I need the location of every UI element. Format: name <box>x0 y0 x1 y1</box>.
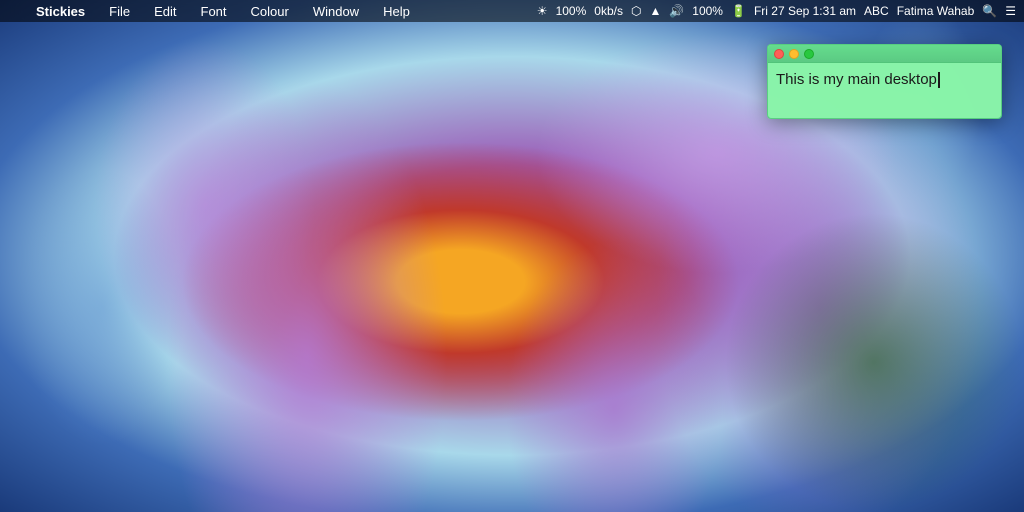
menu-font[interactable]: Font <box>197 2 231 21</box>
menubar: Stickies File Edit Font Colour Window He… <box>0 0 1024 22</box>
menubar-right: ☀ 100% 0kb/s ⬡ ▲ 🔊 100% 🔋 Fri 27 Sep 1:3… <box>537 4 1016 18</box>
minimize-button[interactable] <box>789 49 799 59</box>
volume-icon[interactable]: 🔊 <box>669 4 684 18</box>
sticky-note: This is my main desktop <box>767 44 1002 119</box>
keyboard-layout[interactable]: ABC <box>864 4 889 18</box>
menubar-left: Stickies File Edit Font Colour Window He… <box>8 2 414 21</box>
menu-file[interactable]: File <box>105 2 134 21</box>
brightness-icon[interactable]: ☀ <box>537 4 548 18</box>
menu-help[interactable]: Help <box>379 2 414 21</box>
battery-icon[interactable]: 🔋 <box>731 4 746 18</box>
search-icon[interactable]: 🔍 <box>982 4 997 18</box>
wifi-icon[interactable]: ▲ <box>649 4 661 18</box>
close-button[interactable] <box>774 49 784 59</box>
sticky-text: This is my main desktop <box>776 71 937 88</box>
bluetooth-icon[interactable]: ⬡ <box>631 4 641 18</box>
battery-value: 100% <box>692 4 723 18</box>
brightness-value: 100% <box>556 4 587 18</box>
menu-colour[interactable]: Colour <box>247 2 293 21</box>
datetime[interactable]: Fri 27 Sep 1:31 am <box>754 4 856 18</box>
app-name[interactable]: Stickies <box>32 2 89 21</box>
menu-window[interactable]: Window <box>309 2 363 21</box>
green-background <box>724 212 1024 512</box>
notification-icon[interactable]: ☰ <box>1005 4 1016 18</box>
text-cursor <box>938 72 940 88</box>
maximize-button[interactable] <box>804 49 814 59</box>
apple-menu[interactable] <box>8 9 16 13</box>
network-up: 0kb/s <box>594 4 623 18</box>
sticky-titlebar <box>768 45 1001 63</box>
user-name[interactable]: Fatima Wahab <box>897 4 975 18</box>
sticky-content[interactable]: This is my main desktop <box>768 63 1001 118</box>
menu-edit[interactable]: Edit <box>150 2 180 21</box>
